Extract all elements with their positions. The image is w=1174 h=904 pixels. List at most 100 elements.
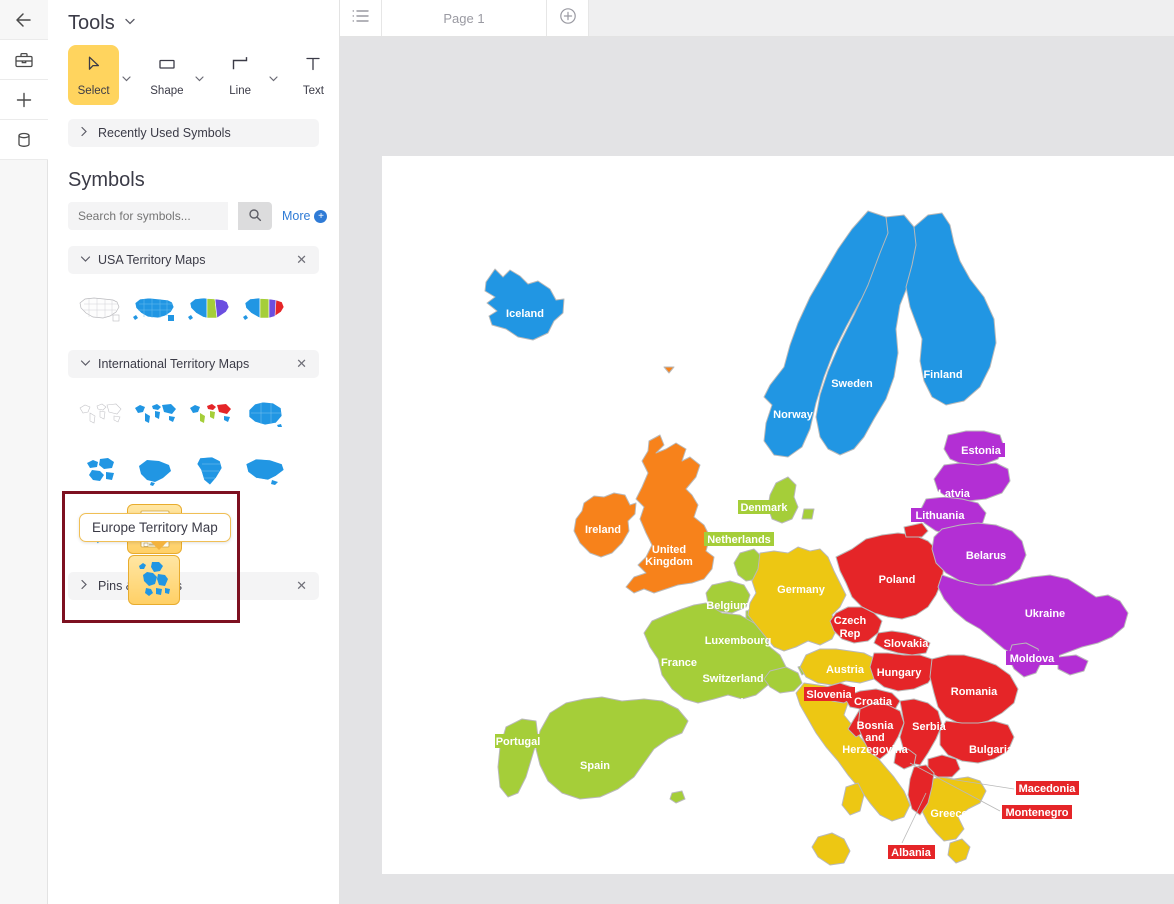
symbol-thumb-northamerica-dup[interactable] xyxy=(127,446,182,496)
icon-rail xyxy=(0,0,48,904)
label-czech-rep-2: Rep xyxy=(840,628,861,640)
label-bosnia-3: Herzegovina xyxy=(842,744,908,756)
back-arrow-button[interactable] xyxy=(0,0,48,40)
label-norway: Norway xyxy=(773,409,814,421)
label-united-kingdom-2: Kingdom xyxy=(645,556,693,568)
region-switzerland xyxy=(764,667,802,693)
tool-row: Select Shape Line xyxy=(48,41,339,105)
chevron-down-icon[interactable] xyxy=(123,14,137,33)
page-list-icon xyxy=(352,9,369,28)
tools-header: Tools xyxy=(48,0,339,41)
page-tab[interactable]: Page 1 xyxy=(382,0,547,36)
label-united-kingdom: United xyxy=(652,544,686,556)
label-hungary: Hungary xyxy=(877,667,923,679)
more-plus-icon: + xyxy=(314,210,327,223)
symbol-thumb-europe-selected-wrap xyxy=(128,555,180,605)
label-iceland: Iceland xyxy=(506,308,544,320)
label-greece: Greece xyxy=(930,808,967,820)
tool-line[interactable]: Line xyxy=(215,45,266,105)
symbol-thumb-australia[interactable] xyxy=(237,388,292,438)
symbol-thumb-world-color[interactable] xyxy=(182,388,237,438)
label-sweden: Sweden xyxy=(831,378,873,390)
label-germany: Germany xyxy=(777,584,826,596)
region-crimea xyxy=(1058,655,1088,675)
tool-select-label: Select xyxy=(78,85,110,97)
label-ukraine: Ukraine xyxy=(1025,608,1065,620)
page-list-button[interactable] xyxy=(340,0,382,36)
label-netherlands: Netherlands xyxy=(707,534,771,546)
step-line-icon xyxy=(230,54,250,79)
symbol-group-usa-header[interactable]: USA Territory Maps ✕ xyxy=(68,246,319,274)
symbol-group-pins-header[interactable]: Pins & Stickers ✕ xyxy=(68,572,319,600)
label-estonia: Estonia xyxy=(961,445,1002,457)
label-ireland: Ireland xyxy=(585,524,621,536)
region-faroe xyxy=(664,367,674,373)
tool-select[interactable]: Select xyxy=(68,45,119,105)
tool-text-label: Text xyxy=(303,85,324,97)
region-corsica-fr xyxy=(670,791,685,803)
toolbox-button[interactable] xyxy=(0,40,48,80)
page-bar-filler xyxy=(589,0,1174,36)
region-kaliningrad xyxy=(904,523,928,537)
symbol-thumb-usa-quad[interactable] xyxy=(237,284,292,334)
label-belarus: Belarus xyxy=(966,550,1006,562)
symbol-thumb-asia[interactable] xyxy=(237,446,292,496)
database-icon xyxy=(14,130,34,150)
label-switzerland: Switzerland xyxy=(702,673,763,685)
region-greece-peninsula xyxy=(948,839,970,863)
region-sardinia xyxy=(842,783,864,815)
label-bosnia: Bosnia xyxy=(857,720,895,732)
symbol-thumb-usa-tri[interactable] xyxy=(182,284,237,334)
tool-shape[interactable]: Shape xyxy=(141,45,192,105)
region-italy-boot xyxy=(812,833,850,865)
database-button[interactable] xyxy=(0,120,48,160)
tools-panel: Tools Select Shap xyxy=(48,0,340,904)
page-sheet[interactable]: Iceland Norway Sweden Finland Ireland Un… xyxy=(382,156,1174,874)
chevron-right-icon xyxy=(80,579,88,593)
application-window: Tools Select Shap xyxy=(0,0,1174,904)
label-france: France xyxy=(661,657,697,669)
search-button[interactable] xyxy=(238,202,272,230)
page-bar: Page 1 xyxy=(340,0,1174,37)
recently-used-symbols-label: Recently Used Symbols xyxy=(98,126,231,140)
tool-text[interactable]: Text xyxy=(288,45,339,105)
close-icon[interactable]: ✕ xyxy=(296,578,307,594)
symbol-group-usa-label: USA Territory Maps xyxy=(98,253,205,267)
add-page-button[interactable] xyxy=(547,0,589,36)
label-romania: Romania xyxy=(951,686,998,698)
close-icon[interactable]: ✕ xyxy=(296,356,307,372)
tool-line-label: Line xyxy=(229,85,251,97)
symbol-group-usa: USA Territory Maps ✕ xyxy=(68,246,319,342)
symbol-thumb-africa[interactable] xyxy=(182,446,237,496)
symbol-group-international-header[interactable]: International Territory Maps ✕ xyxy=(68,350,319,378)
europe-territory-map[interactable]: Iceland Norway Sweden Finland Ireland Un… xyxy=(382,156,1174,874)
label-poland: Poland xyxy=(879,574,916,586)
chevron-down-icon xyxy=(80,359,88,370)
region-denmark-islands xyxy=(802,509,814,519)
close-icon[interactable]: ✕ xyxy=(296,252,307,268)
symbol-thumb-europe-territory-map[interactable] xyxy=(128,555,180,605)
symbol-thumb-usa-outline[interactable] xyxy=(72,284,127,334)
toolbox-icon xyxy=(14,50,34,70)
label-italy: Italy xyxy=(795,736,818,748)
symbol-tooltip: Europe Territory Map xyxy=(79,513,231,542)
region-bulgaria xyxy=(940,721,1014,763)
region-portugal xyxy=(498,719,538,797)
recently-used-symbols-bar[interactable]: Recently Used Symbols xyxy=(68,119,319,147)
chevron-down-icon xyxy=(80,255,88,266)
tool-shape-caret[interactable] xyxy=(193,45,208,105)
canvas-scroll[interactable]: Iceland Norway Sweden Finland Ireland Un… xyxy=(340,37,1174,904)
symbol-thumb-usa-blue[interactable] xyxy=(127,284,182,334)
symbol-thumbs-usa xyxy=(68,274,319,342)
label-austria: Austria xyxy=(826,664,865,676)
more-symbols-link[interactable]: More + xyxy=(282,209,327,223)
add-button[interactable] xyxy=(0,80,48,120)
tool-line-caret[interactable] xyxy=(266,45,281,105)
symbol-thumb-world-outline[interactable] xyxy=(72,388,127,438)
symbol-thumb-europe-dup[interactable] xyxy=(72,446,127,496)
symbols-search-row: More + xyxy=(48,192,339,230)
tool-select-caret[interactable] xyxy=(119,45,134,105)
canvas-area: Page 1 xyxy=(340,0,1174,904)
symbol-thumb-world-blue[interactable] xyxy=(127,388,182,438)
search-input[interactable] xyxy=(68,202,228,230)
